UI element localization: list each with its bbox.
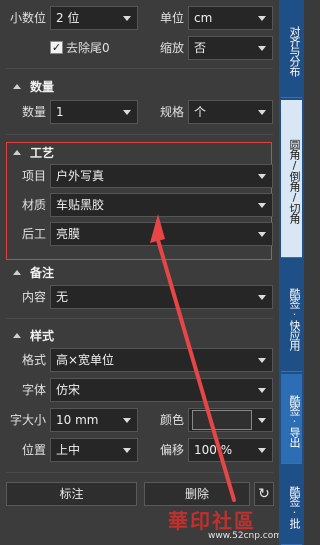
properties-panel: 小数位 2 位 单位 cm ✓ 去除尾0 缩放 否 数量 数量 1 规格 个 工… [0,0,282,545]
tab-kuqian-export[interactable]: 酷签·导出 [281,374,302,464]
tab-corner[interactable]: 圆角/倒角/切角 [281,100,302,258]
annotation-arrow-icon [150,214,236,502]
watermark-url: www.52cnp.com [208,531,283,541]
tab-corner-label: 圆角/倒角/切角 [288,138,301,223]
watermark-logo-text: 華印社區 [168,509,256,533]
arrow-shaft [156,238,236,502]
tab-kuqian-quick-app[interactable]: 酷签·快应用 [281,262,302,372]
watermark: 華印社區 www.52cnp.com [168,505,282,545]
vertical-tab-bar: 对齐与分布 圆角/倒角/切角 酷签·快应用 酷签·导出 酷签·批 [279,0,304,545]
tab-align-distribute[interactable]: 对齐与分布 [281,0,302,98]
tab-kuqian-batch[interactable]: 酷签·批 [281,466,302,545]
